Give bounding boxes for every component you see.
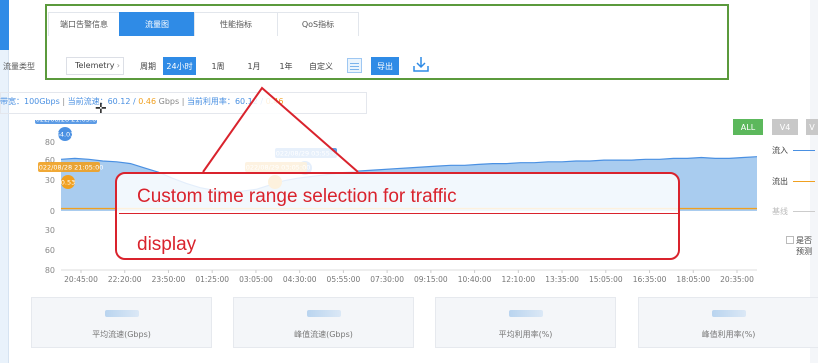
x-tick-label: 04:30:00: [283, 275, 317, 284]
x-tick-label: 12:10:00: [501, 275, 535, 284]
y-tick-label: 30: [45, 226, 55, 235]
predict-label-1: 是否: [796, 236, 812, 245]
current-rate-in: 60.12: [107, 97, 131, 106]
callout-text-line2: display: [137, 234, 197, 255]
traffic-info-line: 带宽：100Gbps | 当前流速：60.12 / 0.46 Gbps | 当前…: [0, 96, 283, 112]
stat-value-blurred: [508, 310, 543, 317]
series-v4-button[interactable]: V4: [772, 119, 798, 135]
predict-checkbox[interactable]: 是否: [786, 235, 812, 246]
legend-baseline-line: [793, 211, 815, 212]
rate-unit: Gbps: [156, 97, 180, 106]
utilization-in: 60.12: [234, 97, 258, 106]
left-nav-active: [0, 0, 9, 50]
x-tick-label: 23:50:00: [152, 275, 186, 284]
current-rate-out: 0.46: [138, 97, 157, 106]
marker-inflow-min-label: 2022/08/29 03:55:00: [272, 150, 341, 158]
series-v6-button[interactable]: V: [806, 119, 818, 135]
legend-inflow-line: [793, 150, 815, 151]
stat-value-blurred: [104, 310, 139, 317]
callout-divider: [119, 213, 679, 214]
stat-card-avg-util: 平均利用率(%): [435, 297, 616, 348]
marker-outflow-max-label: 2022/08/28 21:05:00: [35, 164, 104, 172]
x-tick-label: 22:20:00: [108, 275, 142, 284]
crosshair-cursor-icon: ✛: [95, 101, 107, 117]
marker-inflow-max-value: 64.03: [56, 131, 75, 139]
info-slash: /: [257, 97, 266, 106]
checkbox-box[interactable]: [786, 236, 794, 244]
marker-outflow-min-label: 2022/08/29 03:05:00: [242, 164, 311, 172]
info-separator: |: [59, 97, 68, 106]
predict-label-2: 预测: [796, 247, 812, 256]
stat-label: 平均流速(Gbps): [92, 330, 151, 339]
legend-outflow-label: 流出: [772, 177, 788, 186]
x-tick-label: 20:45:00: [64, 275, 98, 284]
x-tick-label: 20:35:00: [720, 275, 754, 284]
x-tick-label: 01:25:00: [195, 275, 229, 284]
y-tick-label: 60: [45, 246, 55, 255]
x-tick-label: 09:15:00: [414, 275, 448, 284]
x-tick-label: 07:30:00: [370, 275, 404, 284]
stat-label: 峰值流速(Gbps): [294, 330, 353, 339]
marker-inflow-max-label: 2022/08/28 21:05:00: [32, 120, 101, 124]
y-tick-label: 80: [45, 266, 55, 275]
x-tick-label: 16:35:00: [633, 275, 667, 284]
legend-outflow-line: [793, 181, 815, 182]
callout-text-line1: Custom time range selection for traffic: [137, 186, 457, 207]
traffic-type-label: 流量类型: [3, 62, 35, 71]
x-tick-label: 13:35:00: [545, 275, 579, 284]
legend-baseline-label: 基线: [772, 207, 788, 216]
highlight-box: [45, 4, 729, 80]
stat-card-peak-rate: 峰值流速(Gbps): [233, 297, 414, 348]
x-tick-label: 15:05:00: [589, 275, 623, 284]
x-tick-label: 10:40:00: [458, 275, 492, 284]
stat-label: 平均利用率(%): [498, 330, 553, 339]
info-separator: |: [179, 97, 187, 106]
x-tick-label: 05:55:00: [327, 275, 361, 284]
bandwidth-text: 带宽：100Gbps: [0, 97, 60, 106]
y-tick-label: 0: [50, 207, 55, 216]
y-tick-label: 80: [45, 138, 55, 147]
x-tick-label: 18:05:00: [676, 275, 710, 284]
stat-value-blurred: [306, 310, 341, 317]
marker-outflow-max-value: 0.53: [61, 179, 75, 187]
utilization-out: 0.46: [265, 97, 284, 106]
y-tick-label: 30: [45, 176, 55, 185]
stat-card-peak-util: 峰值利用率(%): [638, 297, 818, 348]
stat-card-avg-rate: 平均流速(Gbps): [31, 297, 212, 348]
stat-label: 峰值利用率(%): [701, 330, 756, 339]
x-tick-label: 03:05:00: [239, 275, 273, 284]
stat-value-blurred: [711, 310, 746, 317]
utilization-label: 当前利用率：: [186, 97, 235, 106]
legend-inflow-label: 流入: [772, 146, 788, 155]
